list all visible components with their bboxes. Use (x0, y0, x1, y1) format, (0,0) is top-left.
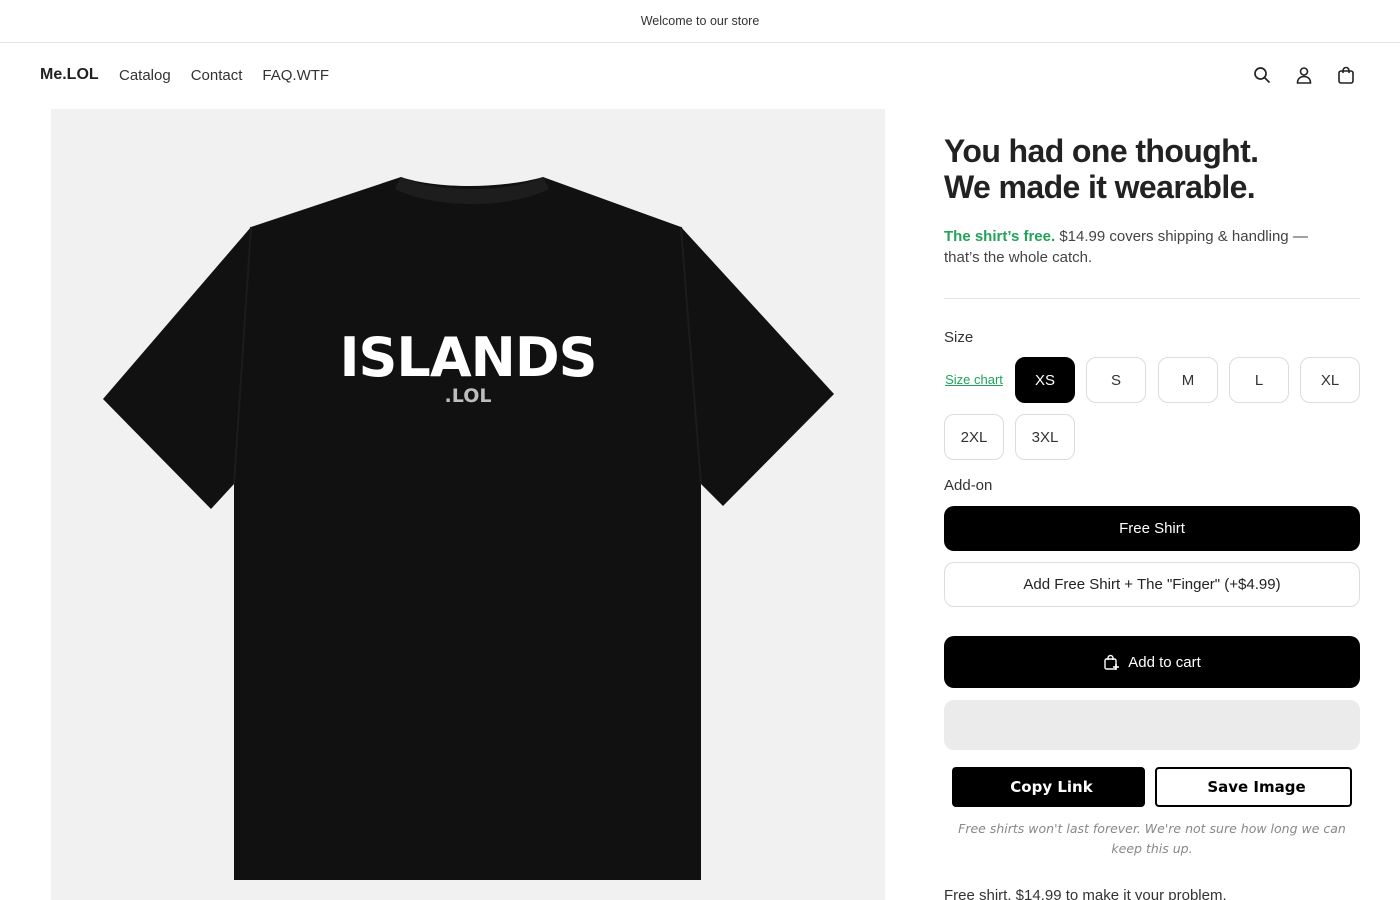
size-option-xs[interactable]: XS (1015, 357, 1075, 403)
addon-label: Add-on (944, 477, 993, 494)
scarcity-disclaimer: Free shirts won't last forever. We're no… (958, 821, 1346, 856)
nav-link-faq[interactable]: FAQ.WTF (262, 67, 329, 84)
size-option-s[interactable]: S (1086, 357, 1146, 403)
size-chart-link[interactable]: Size chart (944, 357, 1004, 403)
product-image[interactable]: ISLANDS .LOL (51, 109, 885, 900)
price-note-highlight: The shirt’s free. (944, 228, 1056, 245)
tshirt-illustration: ISLANDS .LOL (51, 109, 885, 900)
product-title-line-2: We made it wearable. (944, 169, 1256, 205)
size-option-xl[interactable]: XL (1300, 357, 1360, 403)
nav-link-catalog[interactable]: Catalog (119, 67, 171, 84)
store-logo[interactable]: Me.LOL (40, 66, 99, 84)
copy-link-label: Copy Link (1010, 778, 1093, 796)
add-to-cart-button[interactable]: Add to cart (944, 636, 1360, 688)
copy-link-button[interactable]: Copy Link (952, 767, 1145, 807)
announcement-bar: Welcome to our store (0, 0, 1400, 43)
express-checkout-placeholder[interactable] (944, 700, 1360, 750)
shirt-print-sub: .LOL (445, 385, 492, 407)
addon-option-finger[interactable]: Add Free Shirt + The "Finger" (+$4.99) (944, 562, 1360, 607)
size-option-2xl[interactable]: 2XL (944, 414, 1004, 460)
add-to-cart-label: Add to cart (1128, 653, 1201, 671)
main-nav: Catalog Contact FAQ.WTF (119, 67, 329, 84)
product-title: You had one thought. We made it wearable… (944, 133, 1259, 205)
size-option-l[interactable]: L (1229, 357, 1289, 403)
size-option-3xl[interactable]: 3XL (1015, 414, 1075, 460)
site-header: Me.LOL Catalog Contact FAQ.WTF (0, 43, 1400, 109)
announcement-text: Welcome to our store (640, 14, 760, 28)
product-footnote: Free shirt. $14.99 to make it your probl… (944, 887, 1227, 900)
account-icon[interactable] (1294, 65, 1314, 85)
shirt-print-main: ISLANDS (339, 326, 596, 389)
save-image-button[interactable]: Save Image (1155, 767, 1352, 807)
save-image-label: Save Image (1207, 778, 1306, 796)
divider (944, 298, 1360, 299)
bag-plus-icon (1104, 654, 1120, 670)
search-icon[interactable] (1252, 65, 1272, 85)
price-note: The shirt’s free. $14.99 covers shipping… (944, 226, 1344, 268)
product-title-line-1: You had one thought. (944, 133, 1259, 169)
header-icons (1252, 65, 1356, 85)
cart-icon[interactable] (1336, 65, 1356, 85)
nav-link-contact[interactable]: Contact (191, 67, 243, 84)
size-label: Size (944, 329, 974, 346)
addon-option-free-shirt[interactable]: Free Shirt (944, 506, 1360, 551)
size-option-m[interactable]: M (1158, 357, 1218, 403)
